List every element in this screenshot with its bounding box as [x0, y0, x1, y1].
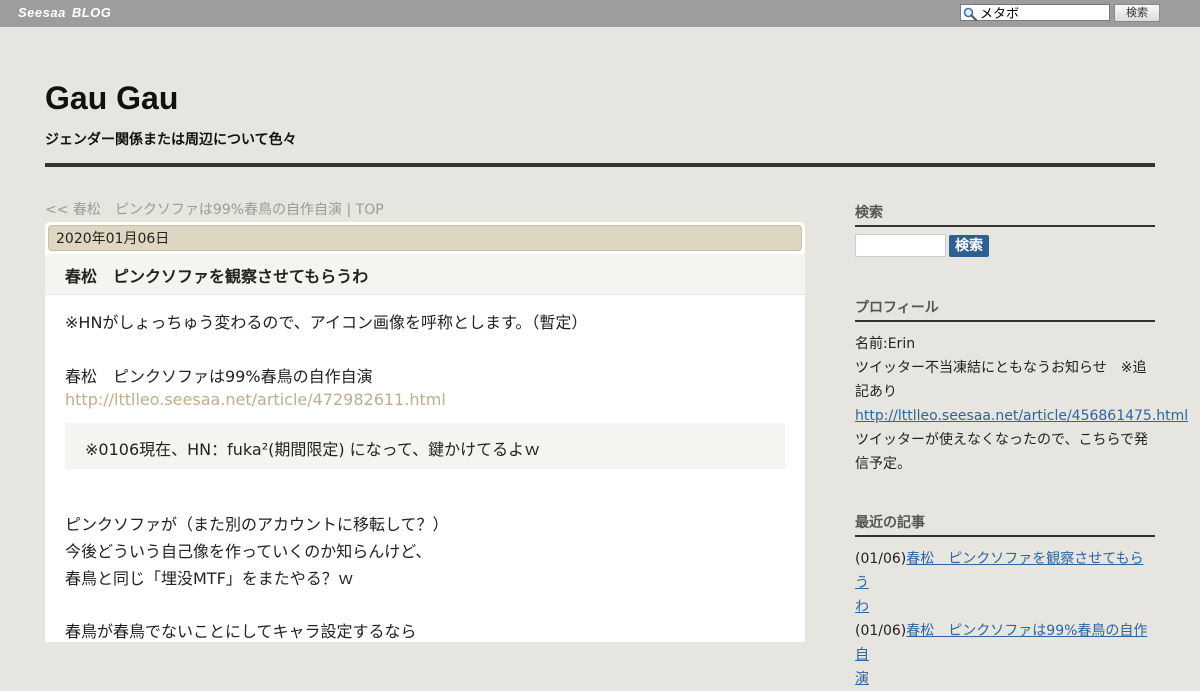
sidebar-profile-heading: プロフィール — [855, 297, 1155, 322]
nav-separator: | — [342, 202, 356, 218]
top-search-button[interactable]: 検索 — [1114, 4, 1160, 22]
post-navigation: << 春松 ピンクソファは99%春鳥の自作自演 | TOP — [45, 199, 384, 219]
post-line: ※HNがしょっちゅう変わるので、アイコン画像を呼称とします。（暫定） — [65, 313, 588, 332]
top-bar: Seesaa BLOG 検索 — [0, 0, 1200, 27]
sidebar-search-input[interactable] — [855, 234, 946, 257]
post-line: 春松 ピンクソファは99%春鳥の自作自演 — [65, 367, 373, 386]
header-divider — [45, 163, 1155, 167]
quote-text: ※0106現在、HN：fuka²(期間限定) になって、鍵かけてるよｗ — [85, 440, 541, 459]
top-link[interactable]: TOP — [356, 202, 384, 218]
recent-post-link[interactable]: 演 — [855, 671, 869, 687]
post-line: 春鳥が春鳥でないことにしてキャラ設定するなら — [65, 622, 417, 641]
blog-title[interactable]: Gau Gau — [45, 80, 178, 117]
recent-post-item: (01/06)春松 ピンクソファを観察させてもらうわ — [855, 547, 1155, 619]
profile-notice: 記あり — [855, 384, 897, 400]
post-title-bar: 春松 ピンクソファを観察させてもらうわ — [45, 254, 805, 295]
blog-description: ジェンダー関係または周辺について色々 — [45, 132, 297, 148]
post-line: 今後どういう自己像を作っていくのか知らんけど、 — [65, 542, 432, 561]
profile-text: 信予定。 — [855, 456, 911, 472]
profile-name: 名前:Erin — [855, 336, 916, 352]
logo-brand: Seesaa — [18, 5, 66, 20]
profile-notice: ツイッター不当凍結にともなうお知らせ ※追 — [855, 360, 1147, 376]
post-article: 2020年01月06日 春松 ピンクソファを観察させてもらうわ ※HNがしょっち… — [45, 222, 805, 642]
seesaa-blog-logo[interactable]: Seesaa BLOG — [18, 5, 111, 20]
post-line: ピンクソファが（また別のアカウントに移転して？） — [65, 515, 449, 534]
post-article-link[interactable]: http://lttlleo.seesaa.net/article/472982… — [65, 390, 446, 409]
recent-post-date: (01/06) — [855, 551, 907, 567]
top-search-box — [960, 4, 1110, 21]
recent-post-date: (01/06) — [855, 623, 907, 639]
post-title[interactable]: 春松 ピンクソファを観察させてもらうわ — [65, 263, 368, 287]
profile-link[interactable]: http://lttlleo.seesaa.net/article/456861… — [855, 408, 1188, 424]
sidebar-search-button[interactable]: 検索 — [949, 235, 989, 257]
sidebar-search-section: 検索 — [855, 202, 1155, 227]
post-quote: ※0106現在、HN：fuka²(期間限定) になって、鍵かけてるよｗ — [65, 423, 785, 469]
post-date: 2020年01月06日 — [48, 225, 802, 251]
top-search-input[interactable] — [977, 5, 1106, 20]
profile-text: ツイッターが使えなくなったので、こちらで発 — [855, 432, 1149, 448]
sidebar-recent-heading: 最近の記事 — [855, 512, 1155, 537]
magnifier-icon — [963, 6, 978, 21]
sidebar-profile-section: プロフィール 名前:Erin ツイッター不当凍結にともなうお知らせ ※追 記あり… — [855, 297, 1188, 476]
post-line: 春鳥と同じ「埋没MTF」をまたやる？ｗ — [65, 569, 354, 588]
prev-post-link[interactable]: << 春松 ピンクソファは99%春鳥の自作自演 — [45, 202, 342, 218]
recent-post-link[interactable]: わ — [855, 599, 869, 615]
logo-blog: BLOG — [71, 5, 112, 20]
sidebar-search-heading: 検索 — [855, 202, 1155, 227]
sidebar-recent-section: 最近の記事 (01/06)春松 ピンクソファを観察させてもらうわ (01/06)… — [855, 512, 1155, 691]
